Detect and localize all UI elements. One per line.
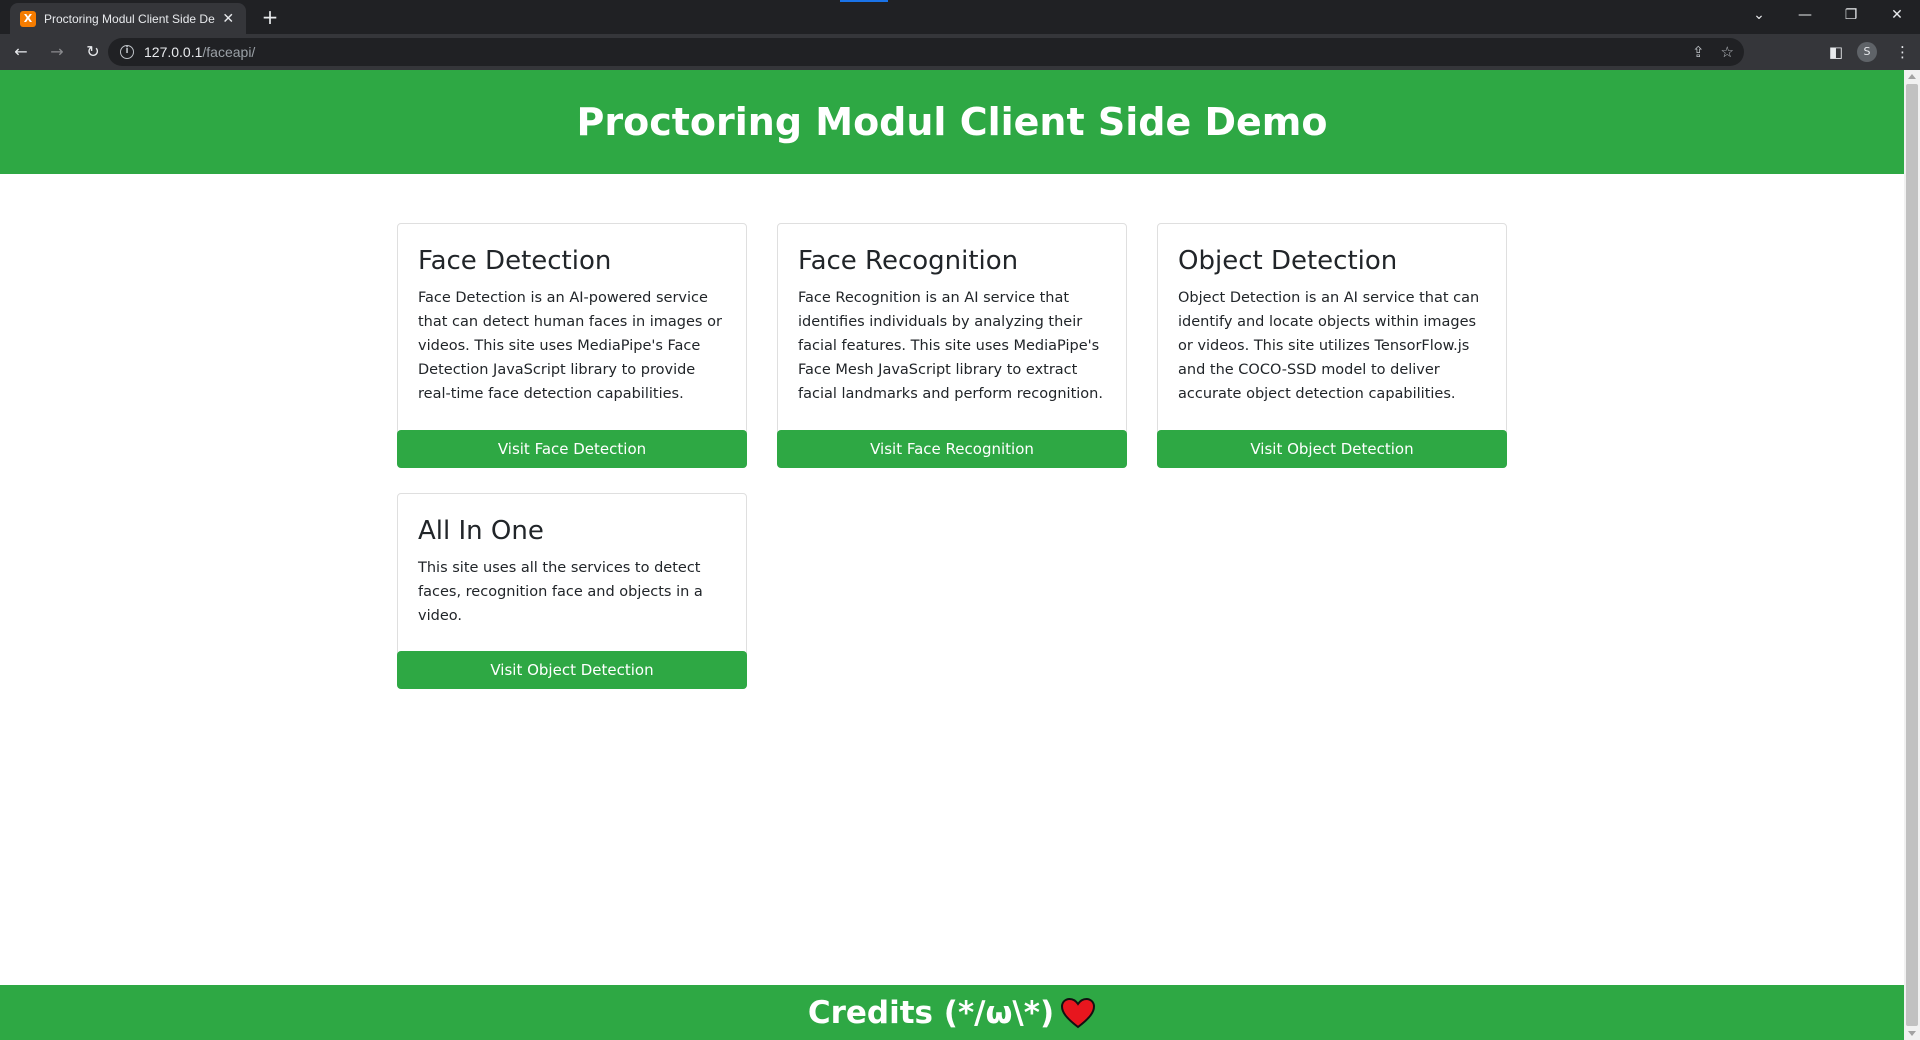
url-path: /faceapi/	[202, 44, 256, 60]
close-window-button[interactable]: ✕	[1874, 0, 1920, 30]
card-title: Face Recognition	[798, 246, 1019, 276]
side-panel-icon[interactable]: ◧	[1829, 43, 1843, 61]
url-host: 127.0.0.1	[144, 44, 203, 60]
card-all-in-one: All In One This site uses all the servic…	[397, 493, 747, 689]
browser-tab[interactable]: X Proctoring Modul Client Side Demo ✕	[10, 3, 246, 34]
card-text: This site uses all the services to detec…	[418, 560, 703, 624]
card-title: All In One	[418, 516, 544, 546]
page-footer: Credits (*/ω\*)	[0, 985, 1904, 1040]
close-tab-icon[interactable]: ✕	[221, 11, 237, 27]
window-controls: ⌄ — ❐ ✕	[1736, 0, 1920, 34]
browser-toolbar: ← → ↻ i 127.0.0.1/faceapi/ ⇪ ☆ ◧ S ⋮	[0, 34, 1920, 70]
scroll-down-icon[interactable]	[1908, 1031, 1916, 1036]
card-object-detection: Object Detection Object Detection is an …	[1157, 223, 1507, 468]
card-face-recognition: Face Recognition Face Recognition is an …	[777, 223, 1127, 468]
bookmark-star-icon[interactable]: ☆	[1721, 43, 1734, 61]
tab-strip-accent	[840, 0, 888, 2]
card-title: Object Detection	[1178, 246, 1398, 276]
visit-face-detection-button[interactable]: Visit Face Detection	[397, 430, 747, 468]
page-viewport: Proctoring Modul Client Side Demo Face D…	[0, 70, 1904, 1040]
address-bar-actions: ⇪ ☆	[1676, 38, 1734, 66]
card-text: Object Detection is an AI service that c…	[1178, 290, 1480, 402]
restore-button[interactable]: ❐	[1828, 0, 1874, 30]
tab-search-icon[interactable]: ⌄	[1736, 0, 1782, 30]
visit-all-in-one-button[interactable]: Visit Object Detection	[397, 651, 747, 689]
menu-kebab-icon[interactable]: ⋮	[1895, 43, 1910, 61]
forward-button[interactable]: →	[42, 37, 72, 67]
page-header: Proctoring Modul Client Side Demo	[0, 70, 1904, 174]
reload-button[interactable]: ↻	[78, 37, 108, 67]
back-button[interactable]: ←	[6, 37, 36, 67]
new-tab-button[interactable]: +	[256, 4, 284, 30]
address-bar[interactable]: i 127.0.0.1/faceapi/ ⇪ ☆	[108, 38, 1744, 66]
heart-icon	[1060, 997, 1096, 1029]
share-icon[interactable]: ⇪	[1692, 43, 1705, 61]
profile-avatar[interactable]: S	[1857, 42, 1877, 62]
browser-titlebar: X Proctoring Modul Client Side Demo ✕ + …	[0, 0, 1920, 34]
visit-face-recognition-button[interactable]: Visit Face Recognition	[777, 430, 1127, 468]
card-title: Face Detection	[418, 246, 612, 276]
tab-title: Proctoring Modul Client Side Demo	[44, 11, 215, 26]
toolbar-actions: ◧ S ⋮	[1811, 34, 1910, 70]
visit-object-detection-button[interactable]: Visit Object Detection	[1157, 430, 1507, 468]
card-text: Face Detection is an AI-powered service …	[418, 290, 722, 402]
vertical-scrollbar[interactable]	[1904, 70, 1920, 1040]
card-text: Face Recognition is an AI service that i…	[798, 290, 1103, 402]
page-title: Proctoring Modul Client Side Demo	[576, 100, 1328, 144]
scroll-up-icon[interactable]	[1908, 74, 1916, 79]
url-text[interactable]: 127.0.0.1/faceapi/	[144, 44, 255, 60]
footer-credits: Credits (*/ω\*)	[807, 994, 1055, 1031]
minimize-button[interactable]: —	[1782, 0, 1828, 30]
scrollbar-thumb[interactable]	[1906, 84, 1918, 1026]
site-info-icon[interactable]: i	[120, 45, 134, 59]
card-face-detection: Face Detection Face Detection is an AI-p…	[397, 223, 747, 468]
favicon-icon: X	[20, 10, 36, 27]
